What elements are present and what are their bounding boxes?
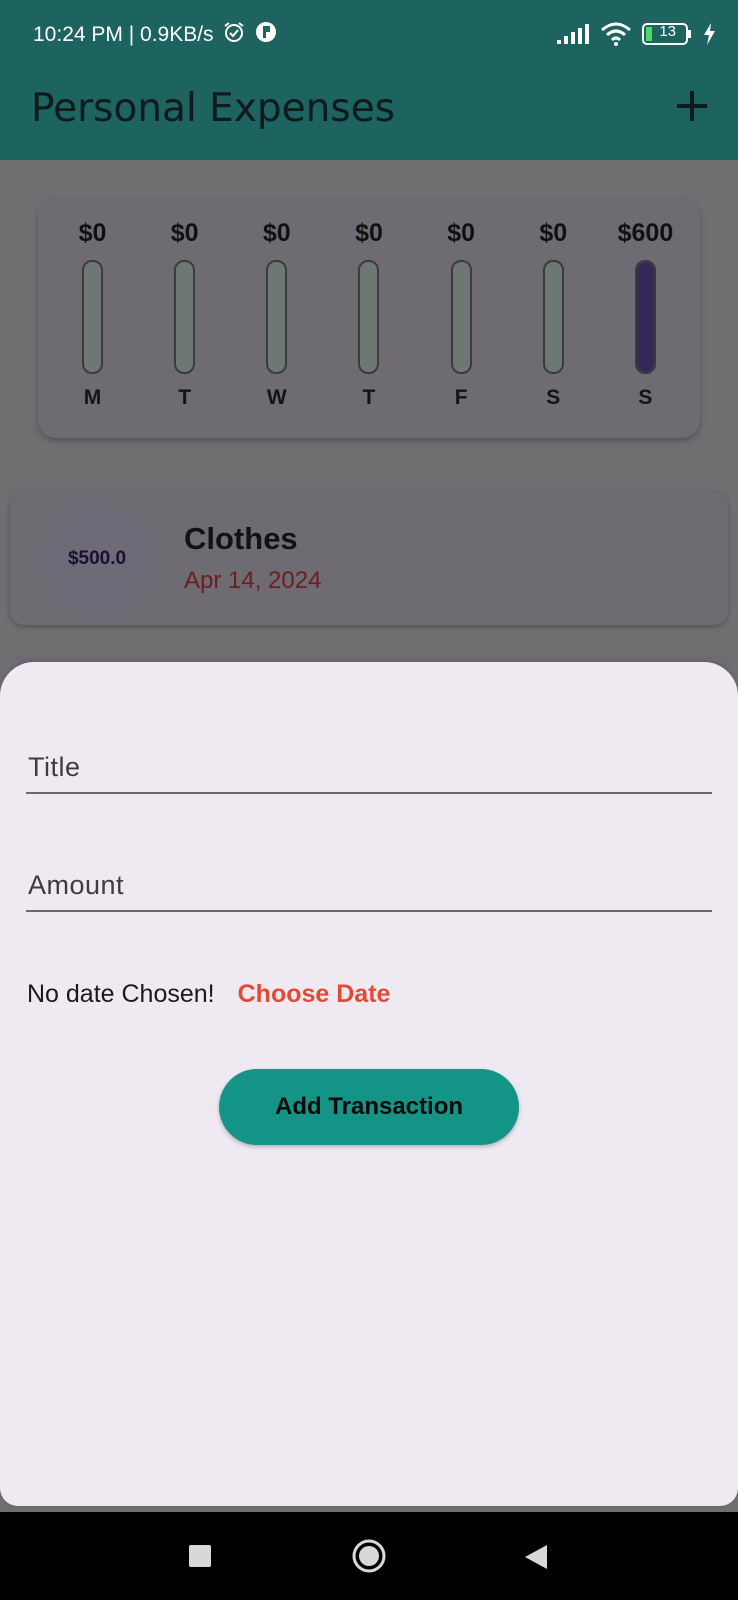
add-transaction-button[interactable]: Add Transaction [219, 1069, 519, 1145]
chart-bar-track [358, 260, 380, 374]
transaction-title: Clothes [184, 521, 298, 556]
transaction-date: Apr 14, 2024 [184, 567, 322, 594]
app-title: Personal Expenses [31, 86, 396, 131]
chart-bar-track [450, 260, 472, 374]
chart-bar-amount: $0 [78, 219, 107, 247]
chart-bar-4: $0 F [421, 216, 502, 410]
alarm-icon [222, 20, 246, 50]
chart-bar-0: $0 M [52, 216, 133, 410]
chart-bar-day: M [83, 386, 102, 409]
app-bar: Personal Expenses [0, 70, 738, 160]
chart-bar-track [542, 260, 564, 374]
chart-bar-amount: $0 [355, 219, 383, 247]
chart-bar-amount: $600 [617, 219, 674, 247]
plus-icon[interactable] [674, 88, 710, 124]
recents-icon[interactable] [188, 1544, 212, 1573]
charging-icon [702, 23, 716, 50]
chart-bar-2: $0 W [236, 216, 317, 410]
chart-bar-5: $0 S [513, 216, 594, 410]
amount-field-label: Amount [28, 870, 125, 900]
title-field[interactable]: Title [26, 712, 712, 794]
transaction-card: $500.0 Clothes Apr 14, 2024 [10, 491, 728, 625]
chart-bar-track [634, 260, 656, 374]
chart-bar-1: $0 T [144, 216, 225, 410]
wifi-icon [600, 22, 632, 51]
title-field-label: Title [28, 752, 81, 782]
chart-bar-amount: $0 [447, 219, 476, 247]
chart-bar-day: T [178, 386, 192, 409]
weekly-chart: $0 M $0 T $0 W $0 T $0 F $0 S $600 S [38, 198, 700, 438]
home-icon[interactable] [351, 1538, 387, 1579]
status-bar: 10:24 PM | 0.9KB/s 13 [0, 0, 738, 70]
chart-bar-day: W [266, 386, 287, 409]
chart-bar-amount: $0 [262, 219, 291, 247]
chart-bar-3: $0 T [328, 216, 409, 410]
back-icon[interactable] [523, 1544, 549, 1575]
chart-bar-day: S [546, 386, 561, 409]
status-right: 13 [556, 22, 716, 51]
status-time-speed: 10:24 PM | 0.9KB/s [33, 23, 214, 46]
chart-bar-amount: $0 [539, 219, 568, 247]
date-row: No date Chosen! Choose Date [27, 980, 390, 1009]
chart-bar-track [266, 260, 288, 374]
amount-field[interactable]: Amount [26, 830, 712, 912]
navigation-bar [0, 1512, 738, 1600]
chart-bar-track [174, 260, 196, 374]
chart-bar-fill [636, 262, 654, 372]
chart-bar-day: S [638, 386, 653, 409]
choose-date-button[interactable]: Choose Date [238, 980, 391, 1009]
transaction-amount: $500.0 [44, 506, 150, 612]
chart-bar-6: $600 S [605, 216, 686, 410]
chart-bars: $0 M $0 T $0 W $0 T $0 F $0 S $600 S [52, 216, 686, 410]
app-notification-icon [254, 20, 278, 50]
battery-level: 13 [659, 23, 676, 40]
chart-bar-day: F [454, 386, 468, 409]
signal-icon [556, 24, 590, 49]
chart-bar-day: T [362, 386, 376, 409]
new-transaction-sheet: Title Amount No date Chosen! Choose Date… [0, 662, 738, 1506]
chart-bar-amount: $0 [170, 219, 199, 247]
date-status: No date Chosen! [27, 980, 215, 1008]
chart-bar-track [82, 260, 103, 374]
status-left: 10:24 PM | 0.9KB/s [33, 20, 278, 50]
